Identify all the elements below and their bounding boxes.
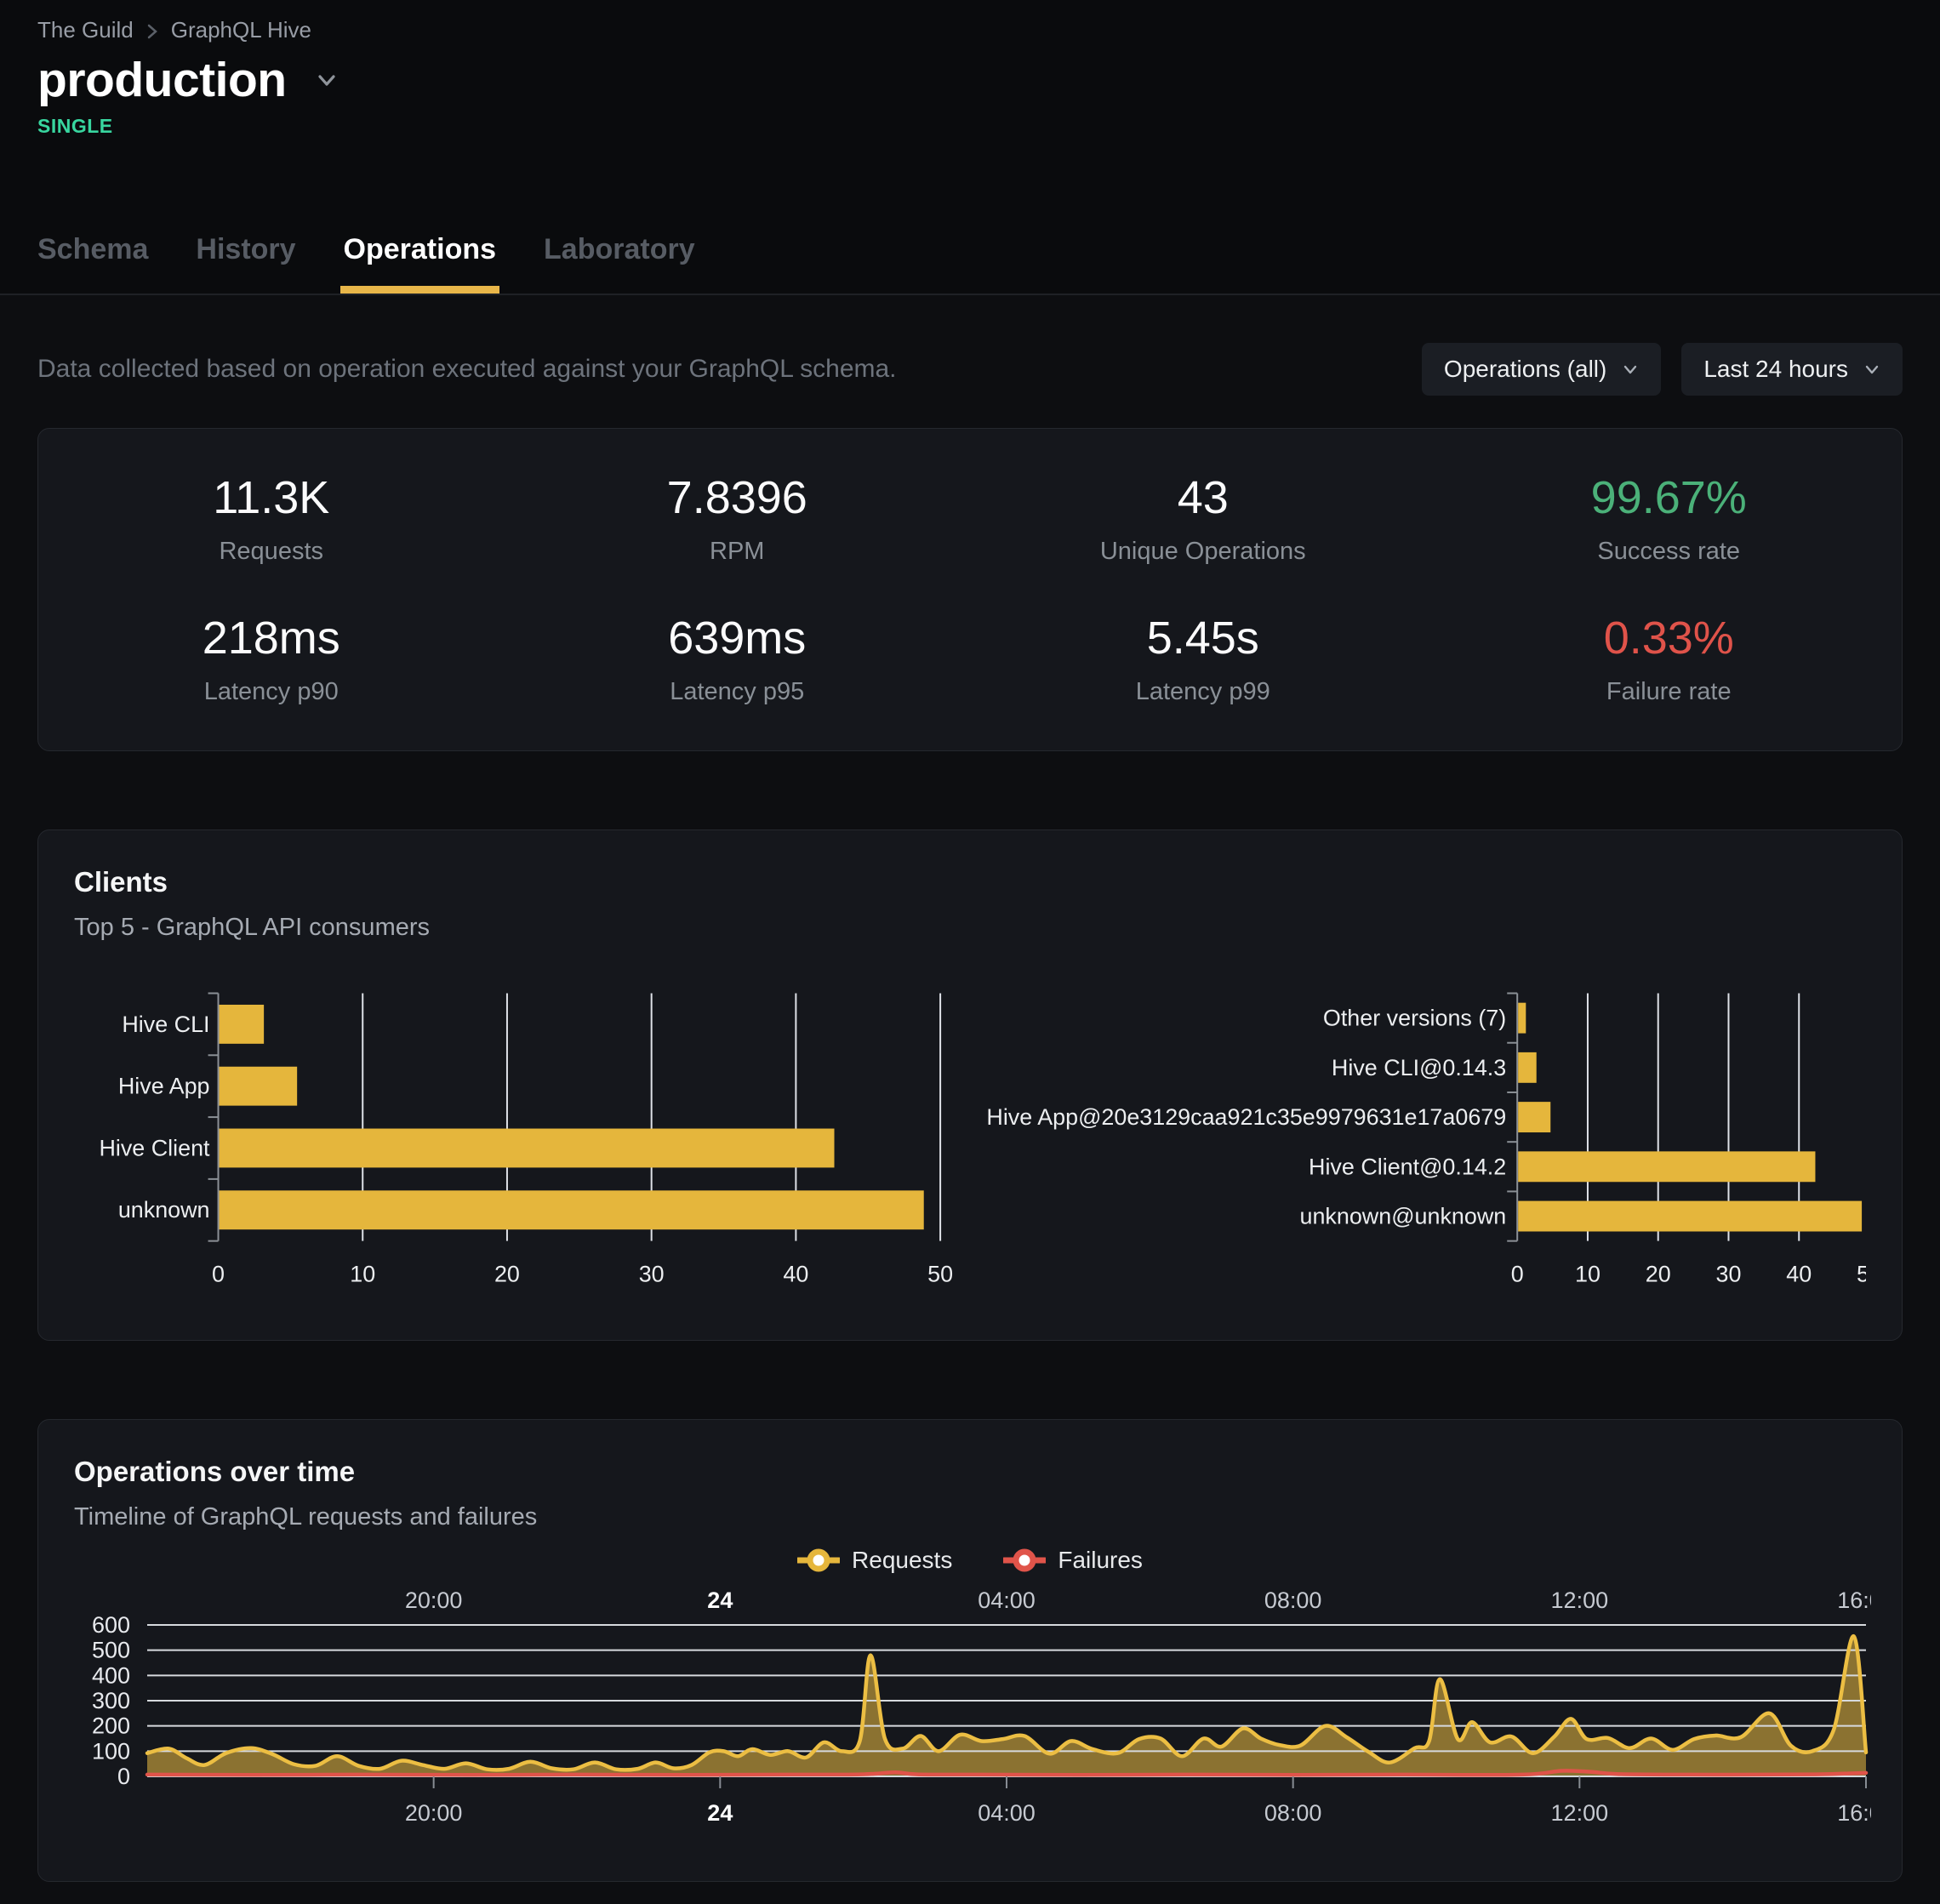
x-tick-label: 10 xyxy=(1575,1262,1600,1287)
x-axis-label: 16:00 xyxy=(1837,1800,1871,1826)
timeline-subtitle: Timeline of GraphQL requests and failure… xyxy=(74,1503,1866,1531)
stat-success-rate: 99.67%Success rate xyxy=(1436,471,1903,566)
y-tick-label: 600 xyxy=(92,1612,130,1638)
bar[interactable] xyxy=(1518,1003,1526,1034)
y-tick-label: 400 xyxy=(92,1662,130,1688)
tab-operations[interactable]: Operations xyxy=(344,233,496,294)
operations-timeline-chart[interactable]: 0100200300400500600 20:00 20:00 24 24 04:00 04… xyxy=(74,1586,1871,1834)
x-tick-label: 20 xyxy=(494,1262,520,1287)
requests-area-fill xyxy=(147,1636,1866,1776)
clients-by-name-bar-chart[interactable]: Hive CLI Hive App Hive Client unknown 0 10 20 3… xyxy=(74,984,979,1297)
chevron-down-icon xyxy=(1863,361,1880,378)
bar[interactable] xyxy=(220,1129,835,1168)
chevron-down-icon[interactable] xyxy=(312,66,341,94)
category-label: unknown@unknown xyxy=(1299,1204,1506,1229)
x-axis-label: 04:00 xyxy=(978,1588,1036,1613)
x-axis-label: 12:00 xyxy=(1551,1588,1609,1613)
y-tick-label: 300 xyxy=(92,1688,130,1713)
x-tick-label: 0 xyxy=(212,1262,225,1287)
category-label: Hive App@20e3129caa921c35e9979631e17a067… xyxy=(986,1104,1506,1130)
x-tick-label: 30 xyxy=(639,1262,665,1287)
stat-latency-p90: 218msLatency p90 xyxy=(38,612,505,706)
chevron-down-icon xyxy=(1622,361,1639,378)
category-label: Hive CLI@0.14.3 xyxy=(1332,1055,1506,1080)
breadcrumb: The Guild GraphQL Hive xyxy=(37,17,1903,43)
y-tick-label: 0 xyxy=(117,1764,130,1789)
tabs-divider xyxy=(0,294,1940,295)
category-label: Hive App xyxy=(118,1074,210,1099)
page-description: Data collected based on operation execut… xyxy=(37,355,897,384)
clients-title: Clients xyxy=(74,866,1866,898)
bar[interactable] xyxy=(220,1067,298,1106)
breadcrumb-project-link[interactable]: GraphQL Hive xyxy=(171,17,311,43)
y-tick-label: 200 xyxy=(92,1713,130,1739)
x-axis-label: 24 xyxy=(707,1800,733,1826)
timeline-legend: Requests Failures xyxy=(74,1547,1866,1574)
clients-subtitle: Top 5 - GraphQL API consumers xyxy=(74,914,1866,942)
period-filter-value: Last 24 hours xyxy=(1703,356,1848,383)
operations-filter-dropdown[interactable]: Operations (all) xyxy=(1422,343,1661,396)
legend-item-failures[interactable]: Failures xyxy=(1003,1547,1143,1574)
x-tick-label: 40 xyxy=(1786,1262,1812,1287)
x-axis-label: 08:00 xyxy=(1264,1800,1322,1826)
x-tick-label: 0 xyxy=(1511,1262,1524,1287)
x-axis-label: 20:00 xyxy=(405,1588,463,1613)
tab-schema[interactable]: Schema xyxy=(37,233,148,294)
bar[interactable] xyxy=(1518,1151,1815,1182)
timeline-title: Operations over time xyxy=(74,1456,1866,1488)
y-tick-label: 500 xyxy=(92,1638,130,1663)
tab-laboratory[interactable]: Laboratory xyxy=(544,233,695,294)
category-label: Other versions (7) xyxy=(1323,1006,1506,1031)
failures-legend-marker-icon xyxy=(1003,1548,1046,1573)
x-axis-label: 08:00 xyxy=(1264,1588,1322,1613)
tab-bar: Schema History Operations Laboratory xyxy=(37,233,1903,294)
bar[interactable] xyxy=(220,1005,265,1044)
clients-by-version-bar-chart[interactable]: Other versions (7) Hive CLI@0.14.3 Hive Ap… xyxy=(979,984,1866,1297)
category-label: Hive CLI xyxy=(122,1012,209,1037)
bar[interactable] xyxy=(1518,1201,1862,1232)
x-axis-label: 20:00 xyxy=(405,1800,463,1826)
x-axis-label: 12:00 xyxy=(1551,1800,1609,1826)
stat-latency-p95: 639msLatency p95 xyxy=(505,612,971,706)
category-label: Hive Client@0.14.2 xyxy=(1309,1154,1506,1179)
bar[interactable] xyxy=(1518,1052,1537,1083)
category-label: unknown xyxy=(118,1197,210,1223)
x-tick-label: 40 xyxy=(783,1262,808,1287)
x-axis-label: 16:00 xyxy=(1837,1588,1871,1613)
requests-legend-marker-icon xyxy=(797,1548,840,1573)
tab-history[interactable]: History xyxy=(196,233,295,294)
x-tick-label: 50 xyxy=(927,1262,953,1287)
stat-rpm: 7.8396RPM xyxy=(505,471,971,566)
x-tick-label: 20 xyxy=(1646,1262,1671,1287)
chevron-right-icon xyxy=(146,20,159,43)
target-mode-badge: SINGLE xyxy=(37,115,1903,138)
x-tick-label: 30 xyxy=(1715,1262,1741,1287)
breadcrumb-org-link[interactable]: The Guild xyxy=(37,17,134,43)
stat-latency-p99: 5.45sLatency p99 xyxy=(970,612,1436,706)
x-tick-label: 50 xyxy=(1857,1262,1866,1287)
page-header: The Guild GraphQL Hive production SINGLE… xyxy=(0,0,1940,295)
x-tick-label: 10 xyxy=(350,1262,375,1287)
stat-requests: 11.3KRequests xyxy=(38,471,505,566)
page-title: production xyxy=(37,52,287,108)
category-label: Hive Client xyxy=(99,1135,210,1160)
y-tick-label: 100 xyxy=(92,1738,130,1764)
operations-filter-value: Operations (all) xyxy=(1444,356,1606,383)
clients-card: Clients Top 5 - GraphQL API consumers Hi… xyxy=(37,829,1903,1341)
stat-failure-rate: 0.33%Failure rate xyxy=(1436,612,1903,706)
period-filter-dropdown[interactable]: Last 24 hours xyxy=(1681,343,1903,396)
bar[interactable] xyxy=(220,1190,924,1229)
bar[interactable] xyxy=(1518,1102,1550,1132)
x-axis-label: 04:00 xyxy=(978,1800,1036,1826)
x-axis-label: 24 xyxy=(707,1588,733,1613)
stat-unique-operations: 43Unique Operations xyxy=(970,471,1436,566)
operations-over-time-card: Operations over time Timeline of GraphQL… xyxy=(37,1419,1903,1882)
legend-item-requests[interactable]: Requests xyxy=(797,1547,952,1574)
stats-summary-card: 11.3KRequests 7.8396RPM 43Unique Operati… xyxy=(37,428,1903,751)
active-tab-underline xyxy=(340,286,499,294)
